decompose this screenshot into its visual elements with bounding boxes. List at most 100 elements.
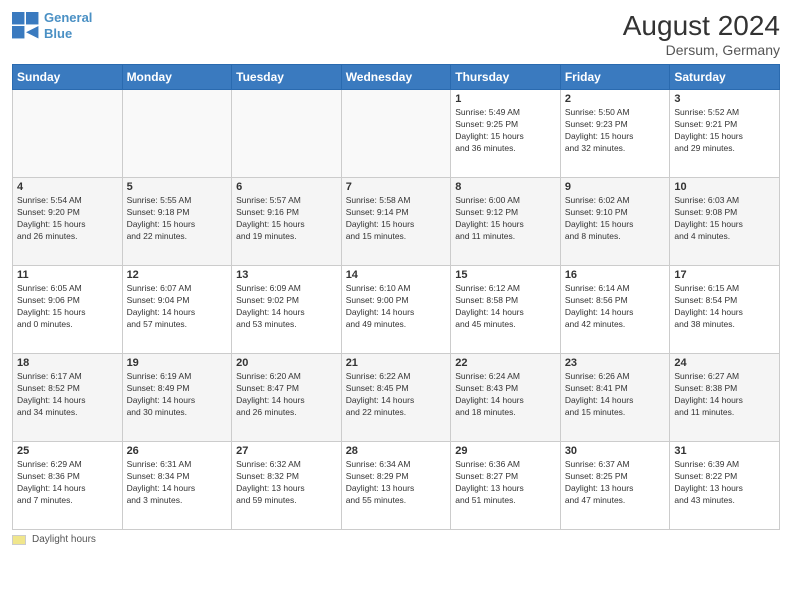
calendar-day: 10 Sunrise: 6:03 AMSunset: 9:08 PMDayligh… <box>670 178 780 266</box>
day-info: Sunrise: 6:20 AMSunset: 8:47 PMDaylight:… <box>236 371 337 419</box>
calendar-day: 15Sunrise: 6:12 AMSunset: 8:58 PMDayligh… <box>451 266 561 354</box>
calendar-day: 13 Sunrise: 6:09 AMSunset: 9:02 PMDayligh… <box>232 266 342 354</box>
day-number: 2 <box>565 93 666 105</box>
day-info: Sunrise: 6:07 AMSunset: 9:04 PMDaylight:… <box>127 283 228 331</box>
logo-blue: Blue <box>44 26 72 41</box>
day-info: Sunrise: 6:02 AMSunset: 9:10 PMDaylight:… <box>565 195 666 243</box>
day-info: Sunrise: 6:24 AMSunset: 8:43 PMDaylight:… <box>455 371 556 419</box>
calendar-day: 21 Sunrise: 6:22 AMSunset: 8:45 PMDayligh… <box>341 354 451 442</box>
calendar-week-5: 25Sunrise: 6:29 AMSunset: 8:36 PMDayligh… <box>13 442 780 530</box>
calendar-day: 28Sunrise: 6:34 AMSunset: 8:29 PMDayligh… <box>341 442 451 530</box>
calendar-week-1: 1Sunrise: 5:49 AMSunset: 9:25 PMDaylight… <box>13 90 780 178</box>
day-number: 11 <box>17 269 118 281</box>
col-tuesday: Tuesday <box>232 65 342 90</box>
calendar-day: 22 Sunrise: 6:24 AMSunset: 8:43 PMDayligh… <box>451 354 561 442</box>
day-number: 5 <box>127 181 228 193</box>
calendar-day: 17Sunrise: 6:15 AMSunset: 8:54 PMDayligh… <box>670 266 780 354</box>
day-info: Sunrise: 6:17 AMSunset: 8:52 PMDaylight:… <box>17 371 118 419</box>
calendar-day: 19Sunrise: 6:19 AMSunset: 8:49 PMDayligh… <box>122 354 232 442</box>
day-info: Sunrise: 6:34 AMSunset: 8:29 PMDaylight:… <box>346 459 447 507</box>
day-number: 29 <box>455 445 556 457</box>
header: General Blue August 2024 Dersum, Germany <box>12 10 780 58</box>
day-number: 24 <box>674 357 775 369</box>
day-number: 20 <box>236 357 337 369</box>
calendar-day: 26 Sunrise: 6:31 AMSunset: 8:34 PMDayligh… <box>122 442 232 530</box>
day-info: Sunrise: 5:49 AMSunset: 9:25 PMDaylight:… <box>455 107 556 155</box>
day-number: 7 <box>346 181 447 193</box>
calendar-header-row: Sunday Monday Tuesday Wednesday Thursday… <box>13 65 780 90</box>
day-number: 12 <box>127 269 228 281</box>
day-number: 6 <box>236 181 337 193</box>
col-friday: Friday <box>560 65 670 90</box>
day-number: 30 <box>565 445 666 457</box>
day-info: Sunrise: 6:10 AMSunset: 9:00 PMDaylight:… <box>346 283 447 331</box>
calendar-day <box>122 90 232 178</box>
day-info: Sunrise: 6:32 AMSunset: 8:32 PMDaylight:… <box>236 459 337 507</box>
calendar-day: 6 Sunrise: 5:57 AMSunset: 9:16 PMDaylight… <box>232 178 342 266</box>
day-number: 8 <box>455 181 556 193</box>
col-monday: Monday <box>122 65 232 90</box>
calendar-day <box>341 90 451 178</box>
day-number: 14 <box>346 269 447 281</box>
day-info: Sunrise: 6:03 AMSunset: 9:08 PMDaylight:… <box>674 195 775 243</box>
col-saturday: Saturday <box>670 65 780 90</box>
day-info: Sunrise: 6:37 AMSunset: 8:25 PMDaylight:… <box>565 459 666 507</box>
day-info: Sunrise: 5:55 AMSunset: 9:18 PMDaylight:… <box>127 195 228 243</box>
calendar-day: 24Sunrise: 6:27 AMSunset: 8:38 PMDayligh… <box>670 354 780 442</box>
day-info: Sunrise: 6:39 AMSunset: 8:22 PMDaylight:… <box>674 459 775 507</box>
day-number: 31 <box>674 445 775 457</box>
calendar-day: 3Sunrise: 5:52 AMSunset: 9:21 PMDaylight… <box>670 90 780 178</box>
day-info: Sunrise: 5:58 AMSunset: 9:14 PMDaylight:… <box>346 195 447 243</box>
day-number: 18 <box>17 357 118 369</box>
calendar-day <box>232 90 342 178</box>
calendar-week-2: 4 Sunrise: 5:54 AMSunset: 9:20 PMDaylight… <box>13 178 780 266</box>
col-wednesday: Wednesday <box>341 65 451 90</box>
calendar-day: 25Sunrise: 6:29 AMSunset: 8:36 PMDayligh… <box>13 442 123 530</box>
calendar-day: 9Sunrise: 6:02 AMSunset: 9:10 PMDaylight… <box>560 178 670 266</box>
page-container: General Blue August 2024 Dersum, Germany… <box>0 0 792 612</box>
day-number: 21 <box>346 357 447 369</box>
calendar-day: 14 Sunrise: 6:10 AMSunset: 9:00 PMDayligh… <box>341 266 451 354</box>
day-info: Sunrise: 5:54 AMSunset: 9:20 PMDaylight:… <box>17 195 118 243</box>
day-info: Sunrise: 6:31 AMSunset: 8:34 PMDaylight:… <box>127 459 228 507</box>
day-info: Sunrise: 6:00 AMSunset: 9:12 PMDaylight:… <box>455 195 556 243</box>
day-info: Sunrise: 6:14 AMSunset: 8:56 PMDaylight:… <box>565 283 666 331</box>
day-number: 26 <box>127 445 228 457</box>
calendar-day: 2 Sunrise: 5:50 AMSunset: 9:23 PMDaylight… <box>560 90 670 178</box>
location: Dersum, Germany <box>623 42 780 58</box>
calendar-day: 16 Sunrise: 6:14 AMSunset: 8:56 PMDayligh… <box>560 266 670 354</box>
day-info: Sunrise: 6:22 AMSunset: 8:45 PMDaylight:… <box>346 371 447 419</box>
logo-icon <box>12 12 40 40</box>
calendar-day: 8 Sunrise: 6:00 AMSunset: 9:12 PMDaylight… <box>451 178 561 266</box>
day-number: 17 <box>674 269 775 281</box>
calendar-day: 5 Sunrise: 5:55 AMSunset: 9:18 PMDaylight… <box>122 178 232 266</box>
day-number: 4 <box>17 181 118 193</box>
day-number: 13 <box>236 269 337 281</box>
day-info: Sunrise: 5:57 AMSunset: 9:16 PMDaylight:… <box>236 195 337 243</box>
day-number: 23 <box>565 357 666 369</box>
day-info: Sunrise: 6:29 AMSunset: 8:36 PMDaylight:… <box>17 459 118 507</box>
calendar-table: Sunday Monday Tuesday Wednesday Thursday… <box>12 64 780 530</box>
calendar-day: 12 Sunrise: 6:07 AMSunset: 9:04 PMDayligh… <box>122 266 232 354</box>
col-thursday: Thursday <box>451 65 561 90</box>
day-number: 27 <box>236 445 337 457</box>
day-number: 10 <box>674 181 775 193</box>
month-title: August 2024 <box>623 10 780 42</box>
calendar-day: 4 Sunrise: 5:54 AMSunset: 9:20 PMDaylight… <box>13 178 123 266</box>
day-info: Sunrise: 5:50 AMSunset: 9:23 PMDaylight:… <box>565 107 666 155</box>
day-number: 16 <box>565 269 666 281</box>
day-info: Sunrise: 6:12 AMSunset: 8:58 PMDaylight:… <box>455 283 556 331</box>
calendar-week-4: 18 Sunrise: 6:17 AMSunset: 8:52 PMDayligh… <box>13 354 780 442</box>
calendar-day: 23Sunrise: 6:26 AMSunset: 8:41 PMDayligh… <box>560 354 670 442</box>
legend: Daylight hours <box>12 534 780 545</box>
day-info: Sunrise: 6:09 AMSunset: 9:02 PMDaylight:… <box>236 283 337 331</box>
calendar-day: 31 Sunrise: 6:39 AMSunset: 8:22 PMDayligh… <box>670 442 780 530</box>
legend-label: Daylight hours <box>32 534 96 545</box>
calendar-day: 11Sunrise: 6:05 AMSunset: 9:06 PMDayligh… <box>13 266 123 354</box>
day-number: 22 <box>455 357 556 369</box>
calendar-day: 29Sunrise: 6:36 AMSunset: 8:27 PMDayligh… <box>451 442 561 530</box>
calendar-day: 1Sunrise: 5:49 AMSunset: 9:25 PMDaylight… <box>451 90 561 178</box>
logo-general: General <box>44 10 92 25</box>
logo: General Blue <box>12 10 92 41</box>
calendar-day: 7 Sunrise: 5:58 AMSunset: 9:14 PMDaylight… <box>341 178 451 266</box>
